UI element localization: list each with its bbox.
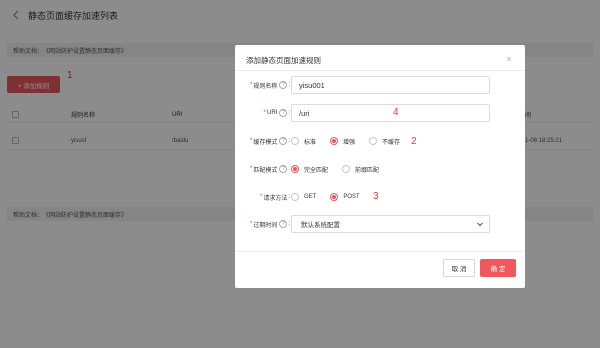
cache-mode-enhanced-radio[interactable]: 增强 bbox=[330, 137, 355, 146]
close-icon[interactable]: × bbox=[504, 54, 514, 64]
method-get-radio[interactable]: GET bbox=[291, 193, 316, 201]
required-mark: * bbox=[249, 166, 253, 172]
request-method-label: * 请求方法: bbox=[259, 194, 290, 202]
rule-name-label-text: 规则名称 bbox=[253, 83, 278, 90]
help-icon[interactable]: ? bbox=[279, 137, 288, 145]
match-exact-radio[interactable]: 完全匹配 bbox=[291, 165, 328, 174]
help-icon[interactable]: ? bbox=[279, 220, 288, 228]
uri-label: * URI ?: bbox=[263, 109, 290, 117]
match-prefix-radio[interactable]: 前缀匹配 bbox=[342, 165, 379, 174]
method-post-radio[interactable]: POST bbox=[330, 193, 360, 201]
expire-time-row: * 过期时间 ?: 默认系统配置 bbox=[235, 215, 525, 233]
modal-title: 添加静态页面加速规则 bbox=[246, 56, 321, 65]
modal-footer-divider bbox=[235, 251, 525, 252]
required-mark: * bbox=[249, 82, 253, 88]
modal-header-divider bbox=[235, 70, 525, 71]
help-icon[interactable]: ? bbox=[279, 81, 288, 89]
annotation-4: 4 bbox=[393, 107, 399, 118]
cache-mode-row: * 缓存模式 ?: 标准 增强 不缓存 bbox=[235, 132, 525, 150]
cache-mode-nocache-radio[interactable]: 不缓存 bbox=[369, 137, 400, 146]
request-method-row: * 请求方法: GET POST bbox=[235, 188, 525, 206]
rule-name-row: * 规则名称 ?: yisu001 bbox=[235, 76, 525, 94]
required-mark: * bbox=[263, 110, 266, 116]
ok-button[interactable]: 确 定 bbox=[480, 259, 516, 277]
match-mode-label-text: 匹配模式 bbox=[253, 167, 278, 174]
required-mark: * bbox=[259, 194, 263, 200]
cache-mode-label-text: 缓存模式 bbox=[253, 139, 278, 146]
cache-mode-radios: 标准 增强 不缓存 bbox=[291, 137, 414, 146]
add-rule-modal: 添加静态页面加速规则 × * 规则名称 ?: yisu001 * URI ?: … bbox=[235, 45, 525, 288]
help-icon[interactable]: ? bbox=[279, 109, 288, 117]
uri-label-text: URI bbox=[266, 110, 278, 116]
required-mark: * bbox=[249, 138, 253, 144]
request-method-radios: GET POST bbox=[291, 193, 374, 201]
expire-time-label-text: 过期时间 bbox=[253, 222, 278, 229]
rule-name-input[interactable]: yisu001 bbox=[291, 76, 490, 94]
match-mode-label: * 匹配模式 ?: bbox=[249, 165, 290, 174]
annotation-2: 2 bbox=[411, 136, 417, 147]
required-mark: * bbox=[249, 221, 253, 227]
expire-time-label: * 过期时间 ?: bbox=[249, 220, 290, 229]
expire-time-value: 默认系统配置 bbox=[301, 222, 340, 229]
expire-time-select[interactable]: 默认系统配置 bbox=[291, 215, 490, 233]
uri-row: * URI ?: /uri bbox=[235, 104, 525, 122]
chevron-down-icon bbox=[476, 220, 484, 228]
help-icon[interactable]: ? bbox=[279, 165, 288, 173]
request-method-label-text: 请求方法 bbox=[263, 195, 288, 202]
cache-mode-standard-radio[interactable]: 标准 bbox=[291, 137, 316, 146]
match-mode-row: * 匹配模式 ?: 完全匹配 前缀匹配 bbox=[235, 160, 525, 178]
annotation-3: 3 bbox=[373, 191, 379, 202]
match-mode-radios: 完全匹配 前缀匹配 bbox=[291, 165, 393, 174]
rule-name-label: * 规则名称 ?: bbox=[249, 81, 290, 90]
cancel-button[interactable]: 取 消 bbox=[443, 259, 475, 277]
cache-mode-label: * 缓存模式 ?: bbox=[249, 137, 290, 146]
uri-input[interactable]: /uri bbox=[291, 104, 490, 122]
